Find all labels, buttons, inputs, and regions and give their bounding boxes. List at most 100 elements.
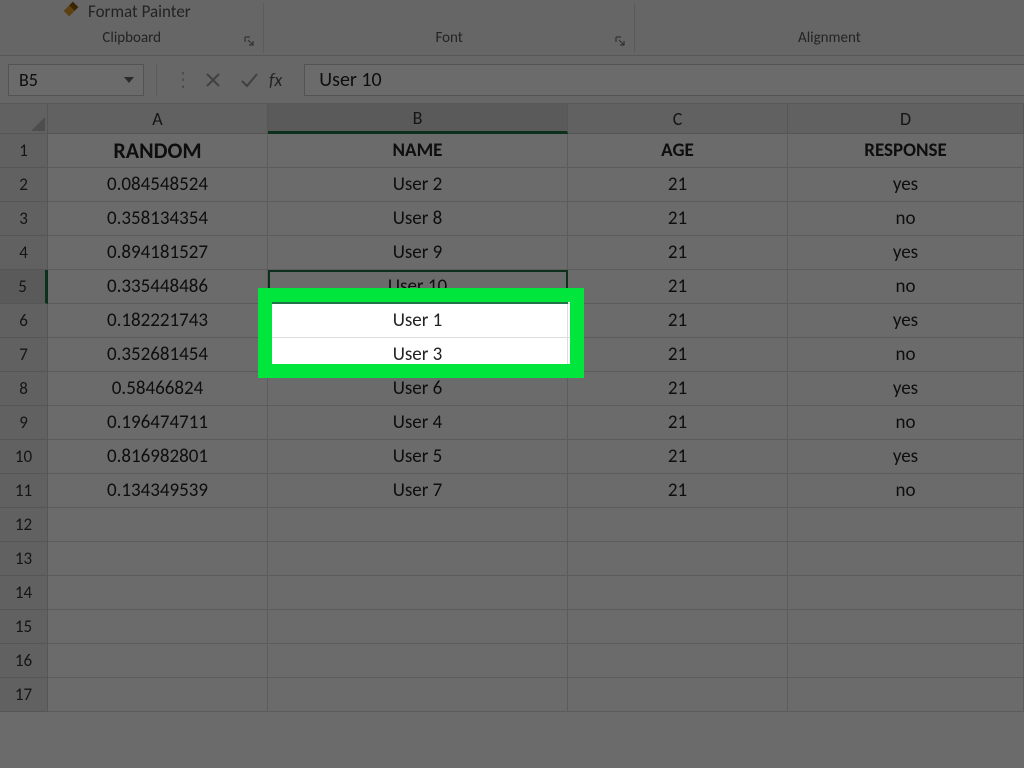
cell[interactable]: [788, 610, 1024, 644]
row-header[interactable]: 13: [0, 542, 48, 576]
cell[interactable]: [568, 508, 788, 542]
row-header[interactable]: 10: [0, 440, 48, 474]
cell[interactable]: 0.816982801: [48, 440, 268, 474]
row-header[interactable]: 4: [0, 236, 48, 270]
cell[interactable]: no: [788, 202, 1024, 236]
row-header[interactable]: 11: [0, 474, 48, 508]
cell[interactable]: User 3: [268, 338, 568, 372]
cell[interactable]: 0.335448486: [48, 270, 268, 304]
cell[interactable]: [788, 678, 1024, 712]
cell[interactable]: [268, 610, 568, 644]
cell[interactable]: [48, 576, 268, 610]
cell[interactable]: User 10: [268, 270, 568, 304]
row-header[interactable]: 9: [0, 406, 48, 440]
row-header[interactable]: 1: [0, 134, 48, 168]
drag-handle-icon[interactable]: ⋮: [169, 67, 195, 92]
cell[interactable]: 21: [568, 236, 788, 270]
select-all-button[interactable]: [0, 104, 48, 134]
cell[interactable]: [48, 644, 268, 678]
cell[interactable]: [268, 576, 568, 610]
column-header-C[interactable]: C: [568, 104, 788, 134]
cell[interactable]: yes: [788, 236, 1024, 270]
cell[interactable]: [788, 508, 1024, 542]
enter-icon[interactable]: [231, 64, 267, 96]
cell[interactable]: [568, 576, 788, 610]
cell[interactable]: [48, 610, 268, 644]
cell[interactable]: User 1: [268, 304, 568, 338]
cell[interactable]: [568, 678, 788, 712]
cell[interactable]: 0.352681454: [48, 338, 268, 372]
column-header-B[interactable]: B: [268, 104, 568, 134]
cell[interactable]: 0.894181527: [48, 236, 268, 270]
cell[interactable]: User 5: [268, 440, 568, 474]
formula-bar[interactable]: User 10: [304, 64, 1024, 96]
chevron-down-icon[interactable]: [119, 69, 139, 91]
cell[interactable]: yes: [788, 372, 1024, 406]
column-header-D[interactable]: D: [788, 104, 1024, 134]
cell[interactable]: User 9: [268, 236, 568, 270]
row-header[interactable]: 16: [0, 644, 48, 678]
cell[interactable]: no: [788, 270, 1024, 304]
cell[interactable]: [788, 542, 1024, 576]
cell[interactable]: [48, 542, 268, 576]
row-header[interactable]: 15: [0, 610, 48, 644]
dialog-launcher-icon[interactable]: [612, 33, 628, 49]
cancel-icon[interactable]: [195, 64, 231, 96]
cell[interactable]: [568, 610, 788, 644]
row-header[interactable]: 2: [0, 168, 48, 202]
cell[interactable]: [788, 644, 1024, 678]
format-painter-button[interactable]: Format Painter: [60, 0, 191, 25]
cell[interactable]: 0.182221743: [48, 304, 268, 338]
cell[interactable]: User 7: [268, 474, 568, 508]
row-header[interactable]: 3: [0, 202, 48, 236]
cell[interactable]: yes: [788, 168, 1024, 202]
cell[interactable]: [568, 542, 788, 576]
row-header[interactable]: 14: [0, 576, 48, 610]
cell[interactable]: [268, 508, 568, 542]
cell[interactable]: RESPONSE: [788, 134, 1024, 168]
cell[interactable]: RANDOM: [48, 134, 268, 168]
cell[interactable]: 0.58466824: [48, 372, 268, 406]
cell[interactable]: 0.358134354: [48, 202, 268, 236]
cell[interactable]: User 8: [268, 202, 568, 236]
cell[interactable]: [268, 542, 568, 576]
cell[interactable]: 21: [568, 338, 788, 372]
cell[interactable]: 21: [568, 372, 788, 406]
cell[interactable]: [268, 678, 568, 712]
cell[interactable]: yes: [788, 304, 1024, 338]
column-header-A[interactable]: A: [48, 104, 268, 134]
row-header[interactable]: 6: [0, 304, 48, 338]
cell[interactable]: [48, 678, 268, 712]
cell[interactable]: 21: [568, 202, 788, 236]
cell[interactable]: no: [788, 338, 1024, 372]
cell[interactable]: 0.134349539: [48, 474, 268, 508]
cell[interactable]: AGE: [568, 134, 788, 168]
cell[interactable]: [268, 644, 568, 678]
cell[interactable]: [568, 644, 788, 678]
cell[interactable]: 21: [568, 440, 788, 474]
cell[interactable]: User 4: [268, 406, 568, 440]
cell[interactable]: 21: [568, 474, 788, 508]
worksheet[interactable]: A B C D 1RANDOMNAMEAGERESPONSE 20.0845485…: [0, 104, 1024, 712]
cell[interactable]: [788, 576, 1024, 610]
row-header[interactable]: 8: [0, 372, 48, 406]
row-header[interactable]: 5: [0, 270, 48, 304]
row-header[interactable]: 17: [0, 678, 48, 712]
cell[interactable]: 21: [568, 168, 788, 202]
cell[interactable]: 0.084548524: [48, 168, 268, 202]
cell[interactable]: 21: [568, 304, 788, 338]
name-box[interactable]: B5: [8, 64, 144, 96]
cell[interactable]: no: [788, 474, 1024, 508]
cell[interactable]: [48, 508, 268, 542]
cell[interactable]: no: [788, 406, 1024, 440]
cell[interactable]: User 6: [268, 372, 568, 406]
row-header[interactable]: 12: [0, 508, 48, 542]
row-header[interactable]: 7: [0, 338, 48, 372]
cell[interactable]: NAME: [268, 134, 568, 168]
cell[interactable]: 21: [568, 270, 788, 304]
cell[interactable]: User 2: [268, 168, 568, 202]
dialog-launcher-icon[interactable]: [241, 33, 257, 49]
fx-icon[interactable]: fx: [267, 69, 286, 91]
cell[interactable]: 0.196474711: [48, 406, 268, 440]
cell[interactable]: 21: [568, 406, 788, 440]
